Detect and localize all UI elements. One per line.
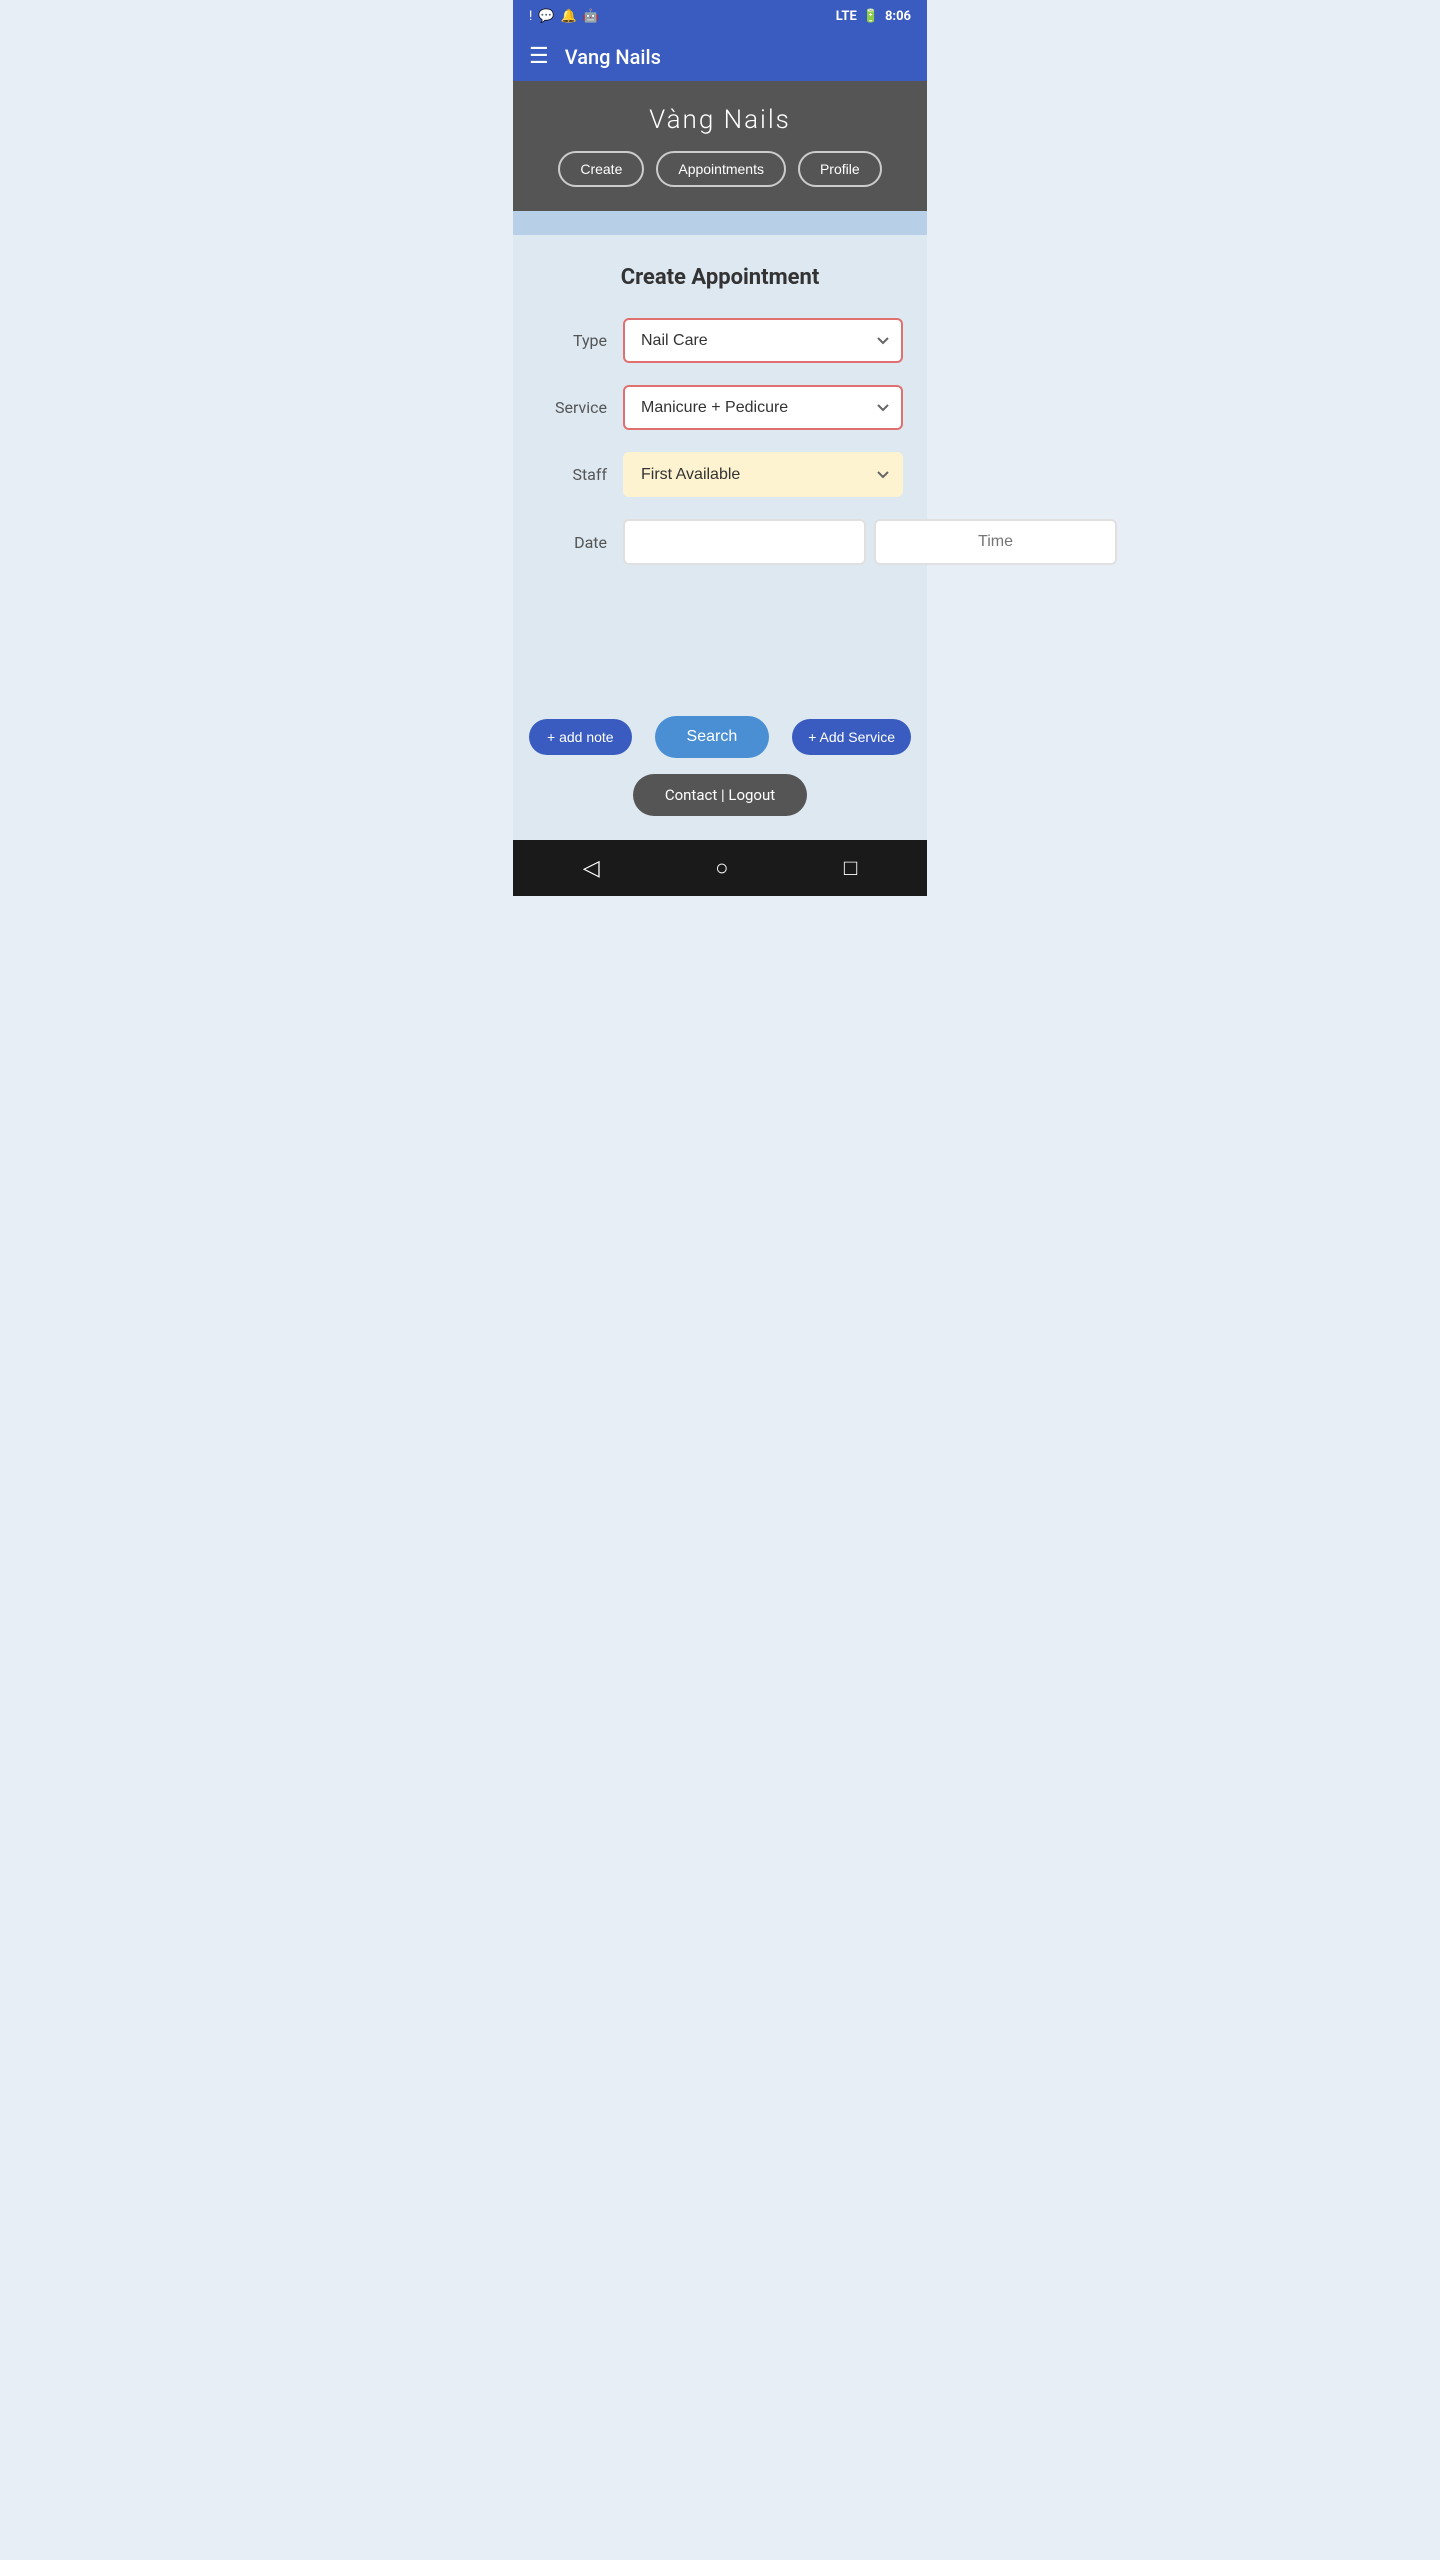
footer: Contact | Logout — [513, 774, 927, 840]
logout-link[interactable]: Logout — [728, 786, 775, 804]
hamburger-menu-icon[interactable]: ☰ — [529, 44, 549, 69]
add-note-button[interactable]: + add note — [529, 719, 632, 755]
create-button[interactable]: Create — [558, 151, 644, 187]
time-input[interactable] — [874, 519, 1117, 565]
appointments-button[interactable]: Appointments — [656, 151, 786, 187]
type-select[interactable]: Nail Care Hair Care Facial — [623, 318, 903, 363]
notification-icon: 🔔 — [561, 9, 577, 24]
back-button[interactable]: ◁ — [583, 856, 600, 881]
service-label: Service — [537, 398, 607, 417]
form-container: Type Nail Care Hair Care Facial Service … — [537, 318, 903, 565]
nav-buttons: Create Appointments Profile — [558, 151, 881, 187]
search-button[interactable]: Search — [655, 716, 770, 758]
header-section: Vàng Nails Create Appointments Profile — [513, 81, 927, 211]
contact-link[interactable]: Contact — [665, 786, 717, 804]
recent-apps-button[interactable]: □ — [844, 855, 857, 881]
date-row: Date — [537, 519, 903, 565]
time-display: 8:06 — [885, 9, 911, 24]
status-right: LTE 🔋 8:06 — [836, 9, 911, 24]
add-service-button[interactable]: + Add Service — [792, 719, 911, 755]
separator — [513, 211, 927, 235]
date-input[interactable] — [623, 519, 866, 565]
action-area: + add note Search + Add Service — [513, 696, 927, 774]
service-row: Service Manicure + Pedicure Manicure Ped… — [537, 385, 903, 430]
app-title: Vang Nails — [565, 45, 661, 69]
staff-row: Staff First Available Staff 1 Staff 2 — [537, 452, 903, 497]
notification-dot: ! — [529, 9, 532, 24]
page-title: Create Appointment — [537, 265, 903, 290]
network-icon: LTE — [836, 9, 857, 24]
nav-bar: ◁ ○ □ — [513, 840, 927, 896]
status-left: ! 💬 🔔 🤖 — [529, 9, 599, 24]
message-icon: 💬 — [538, 9, 554, 24]
type-row: Type Nail Care Hair Care Facial — [537, 318, 903, 363]
main-content: Create Appointment Type Nail Care Hair C… — [513, 235, 927, 696]
profile-button[interactable]: Profile — [798, 151, 882, 187]
service-select[interactable]: Manicure + Pedicure Manicure Pedicure — [623, 385, 903, 430]
type-label: Type — [537, 331, 607, 350]
battery-icon: 🔋 — [863, 9, 879, 24]
app-bar: ☰ Vang Nails — [513, 32, 927, 81]
status-bar: ! 💬 🔔 🤖 LTE 🔋 8:06 — [513, 0, 927, 32]
date-label: Date — [537, 533, 607, 552]
salon-name: Vàng Nails — [649, 105, 791, 135]
home-button[interactable]: ○ — [715, 855, 728, 881]
staff-label: Staff — [537, 465, 607, 484]
android-icon: 🤖 — [583, 9, 599, 24]
footer-links: Contact | Logout — [633, 774, 807, 816]
staff-select[interactable]: First Available Staff 1 Staff 2 — [623, 452, 903, 497]
